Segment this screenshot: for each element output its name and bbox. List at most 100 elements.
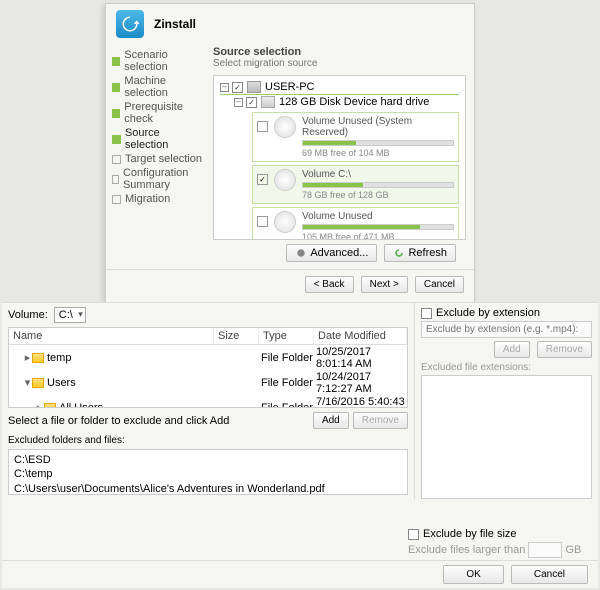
volume-checkbox[interactable]: ✓	[257, 174, 268, 185]
exclude-size-row[interactable]: Exclude by file size	[408, 528, 592, 540]
volume-row[interactable]: ✓ Volume C:\ 78 GB free of 128 GB	[252, 165, 459, 204]
refresh-button[interactable]: Refresh	[384, 244, 456, 262]
expand-icon[interactable]: ▸	[35, 401, 44, 408]
excluded-list[interactable]: C:\ESDC:\tempC:\Users\user\Documents\Ali…	[8, 449, 408, 495]
zinstall-logo-icon	[116, 10, 144, 38]
main-subtitle: Select migration source	[213, 58, 466, 69]
drive-checkbox[interactable]: ✓	[246, 97, 257, 108]
file-date: 7/16/2016 5:40:43 AM	[316, 396, 407, 409]
exclude-ext-label: Exclude by extension	[436, 307, 540, 319]
excluded-item[interactable]: C:\ESD	[14, 453, 402, 467]
file-name: temp	[47, 352, 71, 364]
drive-label: 128 GB Disk Device hard drive	[279, 96, 429, 108]
size-unit: GB	[565, 544, 581, 556]
ext-list-area[interactable]	[421, 375, 592, 499]
exclude-ext-checkbox[interactable]	[421, 308, 432, 319]
ext-add-button[interactable]: Add	[494, 341, 530, 358]
exclude-dialog: Volume: C:\ Name Size Type Date Modified…	[2, 302, 598, 588]
pc-icon	[247, 81, 261, 93]
tree-pc-row[interactable]: – ✓ USER-PC	[220, 80, 459, 94]
volume-icon	[274, 211, 296, 233]
tree-drive-row[interactable]: – ✓ 128 GB Disk Device hard drive	[220, 95, 459, 109]
volume-bar	[302, 224, 454, 230]
volume-free: 78 GB free of 128 GB	[302, 190, 454, 200]
nav-config[interactable]: Configuration Summary	[112, 166, 205, 192]
file-date: 10/24/2017 7:12:27 AM	[316, 371, 407, 395]
folder-icon	[32, 378, 44, 388]
file-type: File Folder	[261, 377, 316, 389]
volume-name: Volume Unused (System Reserved)	[302, 116, 454, 138]
size-hint: Exclude files larger than	[408, 544, 525, 556]
exclude-size-checkbox[interactable]	[408, 529, 419, 540]
volume-checkbox[interactable]	[257, 216, 268, 227]
folder-icon	[44, 403, 56, 409]
size-input[interactable]	[528, 542, 562, 558]
file-type: File Folder	[261, 352, 316, 364]
dialog-left: Volume: C:\ Name Size Type Date Modified…	[2, 303, 414, 499]
col-size[interactable]: Size	[214, 328, 259, 344]
tree-row[interactable]: ▸ temp File Folder10/25/2017 8:01:14 AM	[11, 345, 407, 370]
file-date: 10/25/2017 8:01:14 AM	[316, 346, 407, 370]
next-button[interactable]: Next >	[361, 276, 408, 293]
expand-icon[interactable]: –	[234, 98, 243, 107]
volume-checkbox[interactable]	[257, 121, 268, 132]
drive-icon	[261, 96, 275, 108]
expand-icon[interactable]: –	[220, 83, 229, 92]
exclude-size-label: Exclude by file size	[423, 528, 517, 540]
wizard-header: Zinstall	[106, 4, 474, 44]
volume-row[interactable]: Volume Unused (System Reserved) 69 MB fr…	[252, 112, 459, 162]
volume-icon	[274, 116, 296, 138]
nav-target[interactable]: Target selection	[112, 152, 205, 166]
pc-checkbox[interactable]: ✓	[232, 82, 243, 93]
col-date[interactable]: Date Modified	[314, 328, 407, 344]
source-tree: – ✓ USER-PC – ✓ 128 GB Disk Device hard …	[213, 75, 466, 240]
cancel-button[interactable]: Cancel	[415, 276, 464, 293]
file-tree-header: Name Size Type Date Modified	[9, 328, 407, 345]
file-tree[interactable]: Name Size Type Date Modified ▸ temp File F…	[8, 327, 408, 408]
volume-bar	[302, 140, 454, 146]
nav-scenario[interactable]: Scenario selection	[112, 48, 205, 74]
ok-button[interactable]: OK	[443, 565, 503, 584]
advanced-button[interactable]: Advanced...	[286, 244, 377, 262]
volume-icon	[274, 169, 296, 191]
dlg-cancel-button[interactable]: Cancel	[511, 565, 588, 584]
volume-name: Volume Unused	[302, 211, 454, 222]
tree-row[interactable]: ▾ Users File Folder10/24/2017 7:12:27 AM	[11, 370, 407, 395]
pc-label: USER-PC	[265, 81, 315, 93]
col-type[interactable]: Type	[259, 328, 314, 344]
ext-remove-button[interactable]: Remove	[537, 341, 592, 358]
main-title: Source selection	[213, 46, 466, 58]
ext-input[interactable]	[421, 321, 592, 338]
col-name[interactable]: Name	[9, 328, 214, 344]
nav-machine[interactable]: Machine selection	[112, 74, 205, 100]
dialog-footer: OK Cancel	[2, 560, 598, 588]
volume-row[interactable]: Volume Unused 105 MB free of 471 MB	[252, 207, 459, 240]
add-button[interactable]: Add	[313, 412, 349, 429]
volume-label: Volume:	[8, 309, 48, 321]
exclude-ext-row[interactable]: Exclude by extension	[421, 307, 592, 319]
volume-free: 69 MB free of 104 MB	[302, 148, 454, 158]
wizard-nav: Scenario selection Machine selection Pre…	[106, 44, 211, 269]
nav-prereq[interactable]: Prerequisite check	[112, 100, 205, 126]
file-name: Users	[47, 377, 76, 389]
volume-bar	[302, 182, 454, 188]
nav-source[interactable]: Source selection	[112, 126, 205, 152]
back-button[interactable]: < Back	[305, 276, 354, 293]
volume-name: Volume C:\	[302, 169, 454, 180]
expand-icon[interactable]: ▸	[23, 351, 32, 364]
dialog-right: Exclude by extension Add Remove Excluded…	[414, 303, 598, 499]
expand-icon[interactable]: ▾	[23, 376, 32, 389]
volume-select[interactable]: C:\	[54, 307, 86, 323]
wizard-title: Zinstall	[154, 17, 196, 31]
excluded-item[interactable]: C:\temp	[14, 467, 402, 481]
nav-migration[interactable]: Migration	[112, 192, 205, 206]
wizard-window: Zinstall Scenario selection Machine sele…	[105, 3, 475, 303]
volume-free: 105 MB free of 471 MB	[302, 232, 454, 240]
remove-button[interactable]: Remove	[353, 412, 408, 429]
tree-row[interactable]: ▸ All Users File Folder7/16/2016 5:40:43 A…	[11, 395, 407, 408]
excluded-item[interactable]: C:\Users\user\Documents\Alice's Adventur…	[14, 482, 402, 495]
wizard-footer: < Back Next > Cancel	[106, 269, 474, 299]
file-name: All Users	[59, 402, 103, 409]
file-type: File Folder	[261, 402, 316, 409]
ext-list-label: Excluded file extensions:	[421, 362, 592, 373]
